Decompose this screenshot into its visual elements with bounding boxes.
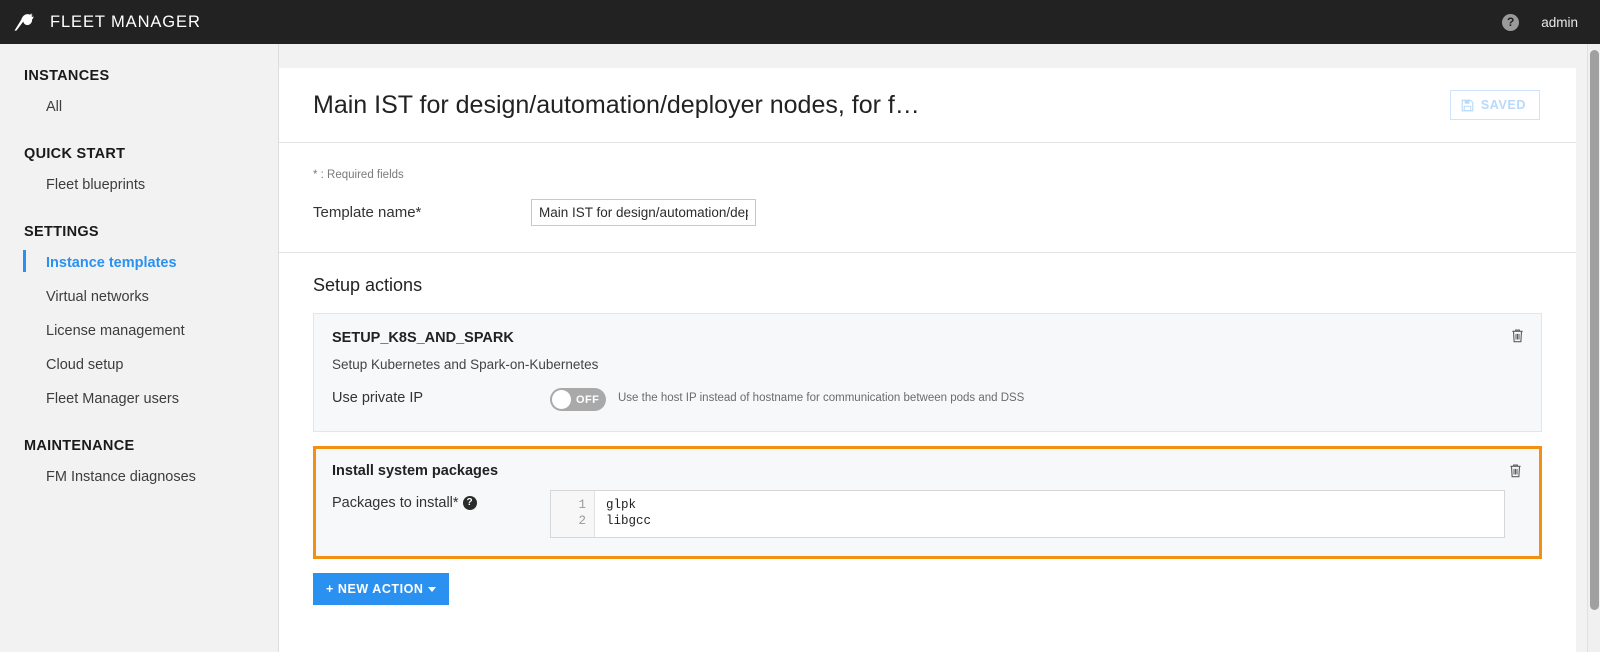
help-icon[interactable]: ? [1502, 13, 1520, 31]
required-fields-note: * : Required fields [313, 169, 404, 181]
topbar-right-group: ? admin [1502, 13, 1600, 31]
sidebar-item-label: Virtual networks [46, 289, 149, 305]
active-indicator-bar [23, 250, 26, 272]
setup-actions-title: Setup actions [313, 275, 423, 295]
chevron-down-icon [428, 586, 437, 592]
sidebar-item-cloud-setup[interactable]: Cloud setup [0, 348, 278, 382]
sidebar-item-label: FM Instance diagnoses [46, 469, 196, 485]
toggle-knob [552, 390, 571, 409]
top-navigation-bar: FLEET MANAGER ? admin [0, 0, 1600, 44]
action-description: Setup Kubernetes and Spark-on-Kubernetes [332, 357, 599, 372]
sidebar-item-all[interactable]: All [0, 90, 278, 124]
help-icon[interactable]: ? [462, 496, 477, 510]
toggle-state-label: OFF [576, 393, 600, 406]
card-header: Main IST for design/automation/deployer … [279, 68, 1576, 143]
trash-icon [1512, 329, 1523, 343]
packages-to-install-row: Packages to install* ? 1 2 glpk libgcc [332, 490, 1523, 538]
template-name-input[interactable] [531, 199, 756, 226]
action-name: SETUP_K8S_AND_SPARK [332, 330, 514, 346]
template-name-label: Template name* [313, 204, 422, 221]
sidebar-item-fleet-manager-users[interactable]: Fleet Manager users [0, 382, 278, 416]
sidebar-item-instance-templates[interactable]: Instance templates [0, 246, 278, 280]
trash-icon [1510, 464, 1521, 478]
packages-code-editor[interactable]: 1 2 glpk libgcc [550, 490, 1505, 538]
save-button-label: SAVED [1480, 98, 1526, 112]
page-body: INSTANCES All QUICK START Fleet blueprin… [0, 44, 1600, 652]
use-private-ip-row: Use private IP OFF Use the host IP inste… [332, 388, 1523, 411]
setup-actions-section: Setup actions SETUP_K8S_AND_SPARK Setup … [279, 253, 1576, 635]
sidebar-item-fm-instance-diagnoses[interactable]: FM Instance diagnoses [0, 460, 278, 494]
sidebar-section-quick-start: QUICK START Fleet blueprints [0, 146, 278, 202]
new-action-button[interactable]: + NEW ACTION [313, 573, 450, 605]
sidebar-item-license-management[interactable]: License management [0, 314, 278, 348]
sidebar-item-label: Fleet blueprints [46, 177, 146, 193]
use-private-ip-hint: Use the host IP instead of hostname for … [618, 392, 1025, 404]
user-menu[interactable]: admin [1541, 15, 1578, 30]
main-content: Main IST for design/automation/deployer … [279, 44, 1600, 652]
sidebar-item-label: All [46, 99, 63, 115]
page-scrollbar-track[interactable] [1587, 44, 1600, 652]
app-title: FLEET MANAGER [50, 12, 201, 31]
action-name: Install system packages [332, 463, 499, 479]
use-private-ip-label: Use private IP [332, 390, 424, 406]
delete-action-button[interactable] [1508, 463, 1523, 479]
page-scrollbar-thumb[interactable] [1590, 50, 1599, 610]
sidebar-section-instances: INSTANCES All [0, 68, 278, 124]
app-logo[interactable] [0, 9, 50, 35]
sidebar-item-label: License management [46, 323, 185, 339]
sidebar-section-title-instances: INSTANCES [24, 68, 110, 84]
sidebar-section-maintenance: MAINTENANCE FM Instance diagnoses [0, 438, 278, 494]
page-title: Main IST for design/automation/deployer … [313, 90, 920, 119]
packages-to-install-label: Packages to install* ? [332, 490, 550, 511]
dataiku-bird-icon [14, 13, 34, 31]
line-number: 1 [578, 498, 586, 512]
new-action-button-label: + NEW ACTION [326, 582, 424, 596]
sidebar-item-virtual-networks[interactable]: Virtual networks [0, 280, 278, 314]
action-card-install-system-packages: Install system packages Packages to inst… [313, 446, 1542, 559]
sidebar-section-title-maintenance: MAINTENANCE [24, 438, 135, 454]
sidebar-item-label: Instance templates [46, 255, 177, 271]
floppy-disk-save-icon [1461, 99, 1474, 111]
save-button[interactable]: SAVED [1449, 90, 1540, 120]
sidebar-item-label: Fleet Manager users [46, 391, 179, 407]
use-private-ip-toggle[interactable]: OFF [550, 388, 606, 411]
template-form-block: * : Required fields Template name* [279, 143, 1576, 253]
code-line: libgcc [606, 514, 652, 528]
template-name-row: Template name* [313, 199, 1542, 226]
code-line-number-gutter: 1 2 [551, 491, 595, 537]
template-editor-card: Main IST for design/automation/deployer … [279, 68, 1576, 652]
sidebar-section-settings: SETTINGS Instance templates Virtual netw… [0, 224, 278, 416]
code-line: glpk [606, 498, 637, 512]
line-number: 2 [578, 514, 586, 528]
code-content[interactable]: glpk libgcc [595, 491, 651, 537]
sidebar-section-title-quick-start: QUICK START [24, 146, 126, 162]
sidebar-item-label: Cloud setup [46, 357, 124, 373]
sidebar: INSTANCES All QUICK START Fleet blueprin… [0, 44, 279, 652]
action-card-setup-k8s-and-spark: SETUP_K8S_AND_SPARK Setup Kubernetes and… [313, 313, 1542, 432]
packages-to-install-label-text: Packages to install* [332, 495, 459, 511]
sidebar-item-fleet-blueprints[interactable]: Fleet blueprints [0, 168, 278, 202]
delete-action-button[interactable] [1510, 328, 1525, 344]
sidebar-section-title-settings: SETTINGS [24, 224, 99, 240]
